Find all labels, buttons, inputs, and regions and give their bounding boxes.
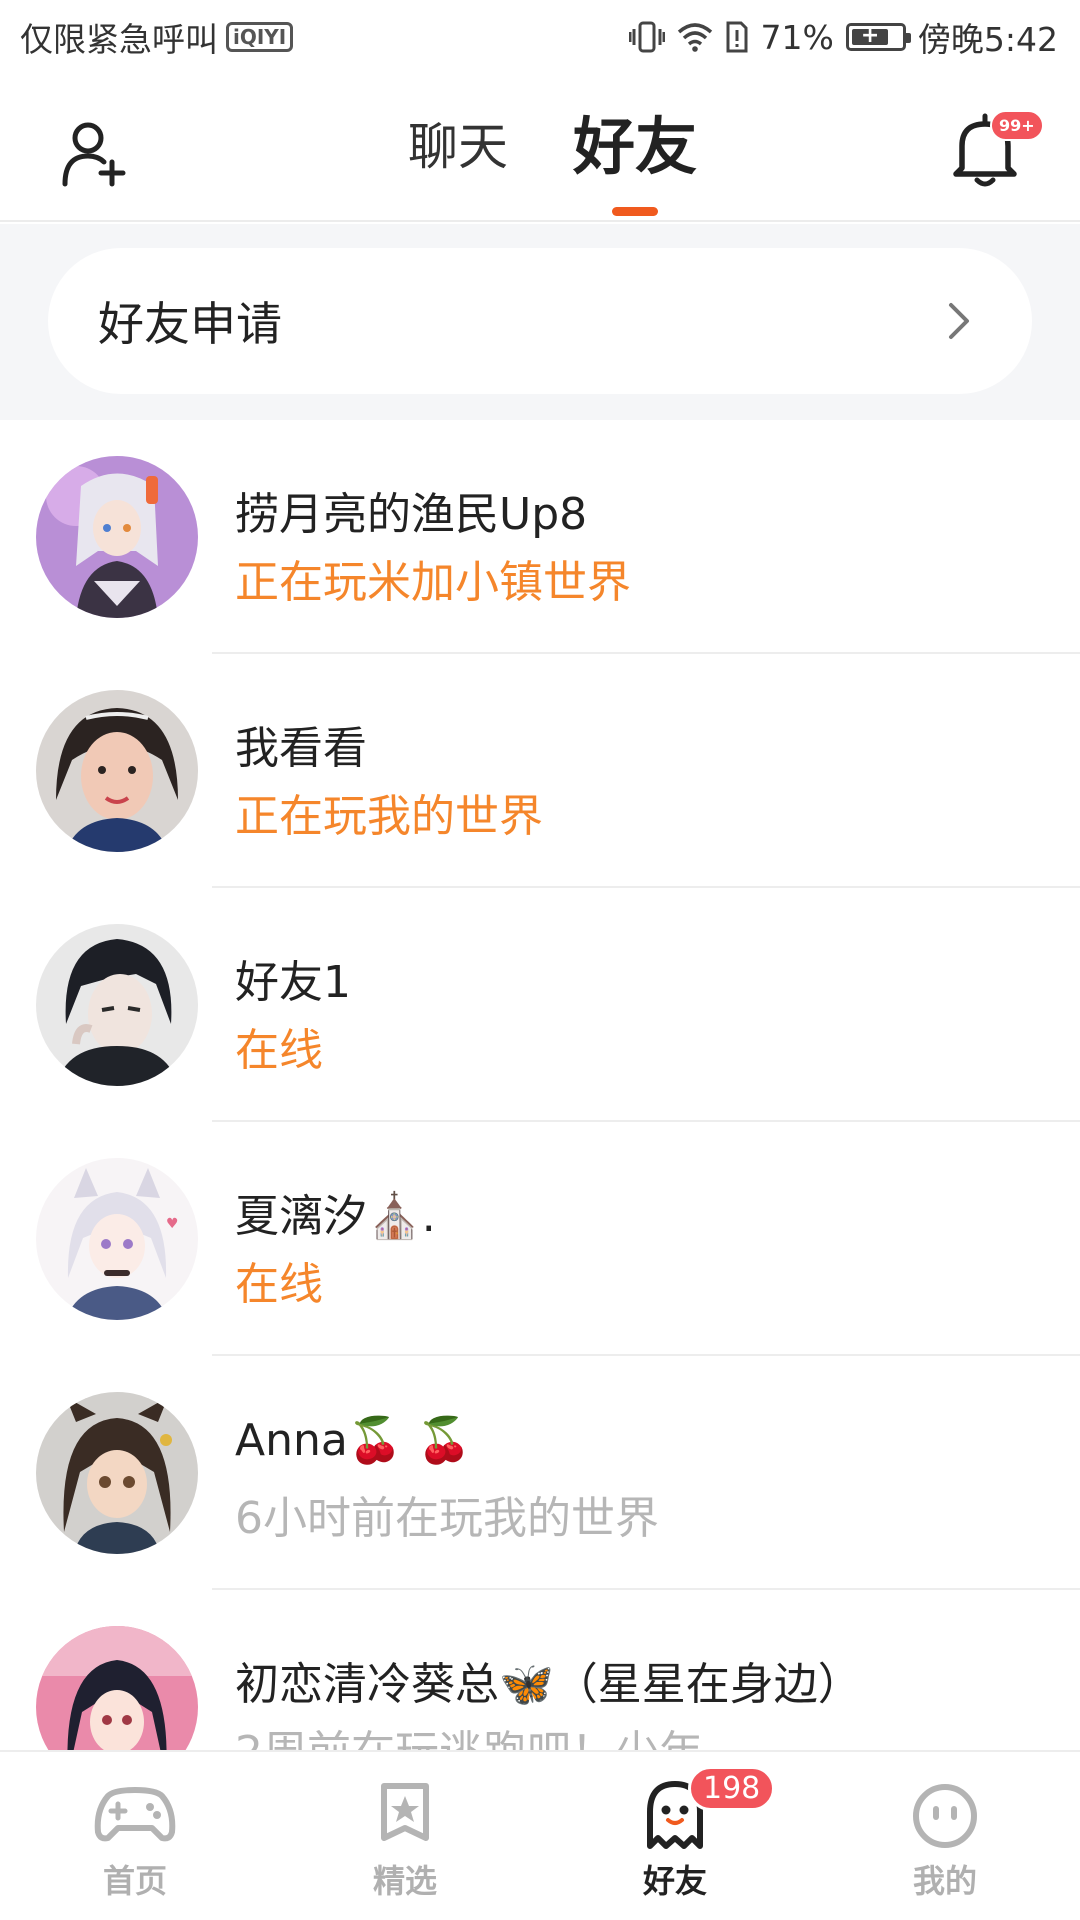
friend-request-button[interactable]: 好友申请 (48, 248, 1032, 394)
tab-bar: 聊天 好友 (0, 110, 1080, 216)
avatar[interactable]: 🐰 (36, 1626, 198, 1750)
friend-list[interactable]: 捞月亮的渔民Up8 正在玩米加小镇世界 我看看 正在玩我的世界 好友1 在线 ♥… (0, 420, 1080, 1750)
tab-chat[interactable]: 聊天 (408, 112, 508, 182)
status-left: 仅限紧急呼叫 iQIYI (20, 13, 294, 61)
friend-status: 正在玩我的世界 (235, 791, 543, 842)
avatar[interactable]: ♥ (36, 1158, 198, 1320)
friend-name: 好友1 (235, 957, 351, 1008)
active-tab-indicator (611, 207, 658, 216)
battery-percent: 71% (760, 17, 834, 57)
friend-name: Anna🍒 🍒 (235, 1415, 472, 1466)
friend-row[interactable]: 好友1 在线 (0, 888, 1080, 1122)
tab-friends-label: 好友 (572, 110, 697, 183)
friend-status: 2周前在玩逃跑吧！少年 (235, 1716, 703, 1750)
svg-text:♥: ♥ (166, 1216, 179, 1232)
avatar[interactable] (36, 1392, 198, 1554)
nav-label-featured: 精选 (372, 1862, 437, 1900)
friend-row[interactable]: ♥ 夏漓汐⛪. 在线 (0, 1122, 1080, 1356)
nav-profile[interactable]: 我的 (810, 1752, 1080, 1920)
tab-friends[interactable]: 好友 (572, 110, 697, 216)
friend-row[interactable]: 🐰 初恋清冷葵总🦋（星星在身边） 2周前在玩逃跑吧！少年 (0, 1590, 1080, 1750)
friend-status: 6小时前在玩我的世界 (235, 1493, 659, 1544)
friend-status: 正在玩米加小镇世界 (235, 557, 631, 608)
iqiyi-icon: iQIYI (226, 22, 294, 52)
clock: 傍晚5:42 (917, 20, 1058, 59)
friend-request-section: 好友申请 (0, 224, 1080, 420)
nav-friends[interactable]: 好友 198 (540, 1752, 810, 1920)
friends-badge: 198 (688, 1766, 776, 1811)
notification-badge: 99+ (990, 110, 1044, 141)
status-bar: 仅限紧急呼叫 iQIYI 71% + 傍晚5:42 (0, 0, 1080, 74)
friend-name: 我看看 (235, 723, 367, 774)
star-bookmark-icon (381, 1783, 429, 1841)
nav-featured[interactable]: 精选 (270, 1752, 540, 1920)
vibrate-icon (628, 21, 665, 53)
nav-home[interactable]: 首页 (0, 1752, 270, 1920)
friend-name: 夏漓汐⛪. (235, 1191, 436, 1242)
sim-alert-icon (726, 21, 748, 53)
carrier-text: 仅限紧急呼叫 (20, 20, 218, 59)
avatar[interactable] (36, 456, 198, 618)
status-right: 71% + 傍晚5:42 (628, 13, 1058, 61)
avatar[interactable] (36, 924, 198, 1086)
gamepad-icon (94, 1787, 176, 1842)
smiley-face-icon (913, 1784, 977, 1848)
avatar[interactable] (36, 690, 198, 852)
friend-row[interactable]: 捞月亮的渔民Up8 正在玩米加小镇世界 (0, 420, 1080, 654)
friend-name: 初恋清冷葵总🦋（星星在身边） (235, 1659, 862, 1710)
friend-request-label: 好友申请 (98, 297, 282, 351)
chevron-right-icon (949, 303, 969, 339)
wifi-icon (677, 23, 712, 52)
friend-status: 在线 (235, 1025, 323, 1076)
nav-label-profile: 我的 (912, 1862, 977, 1900)
friend-name: 捞月亮的渔民Up8 (235, 489, 588, 540)
top-header: 聊天 好友 99+ (0, 74, 1080, 222)
friend-status: 在线 (235, 1259, 323, 1310)
friend-row[interactable]: Anna🍒 🍒 6小时前在玩我的世界 (0, 1356, 1080, 1590)
friend-row[interactable]: 我看看 正在玩我的世界 (0, 654, 1080, 888)
nav-label-friends: 好友 (638, 1856, 712, 1906)
nav-label-home: 首页 (102, 1862, 167, 1900)
bottom-nav: 首页 精选 好友 198 我的 (0, 1750, 1080, 1920)
battery-icon: + (845, 23, 911, 51)
